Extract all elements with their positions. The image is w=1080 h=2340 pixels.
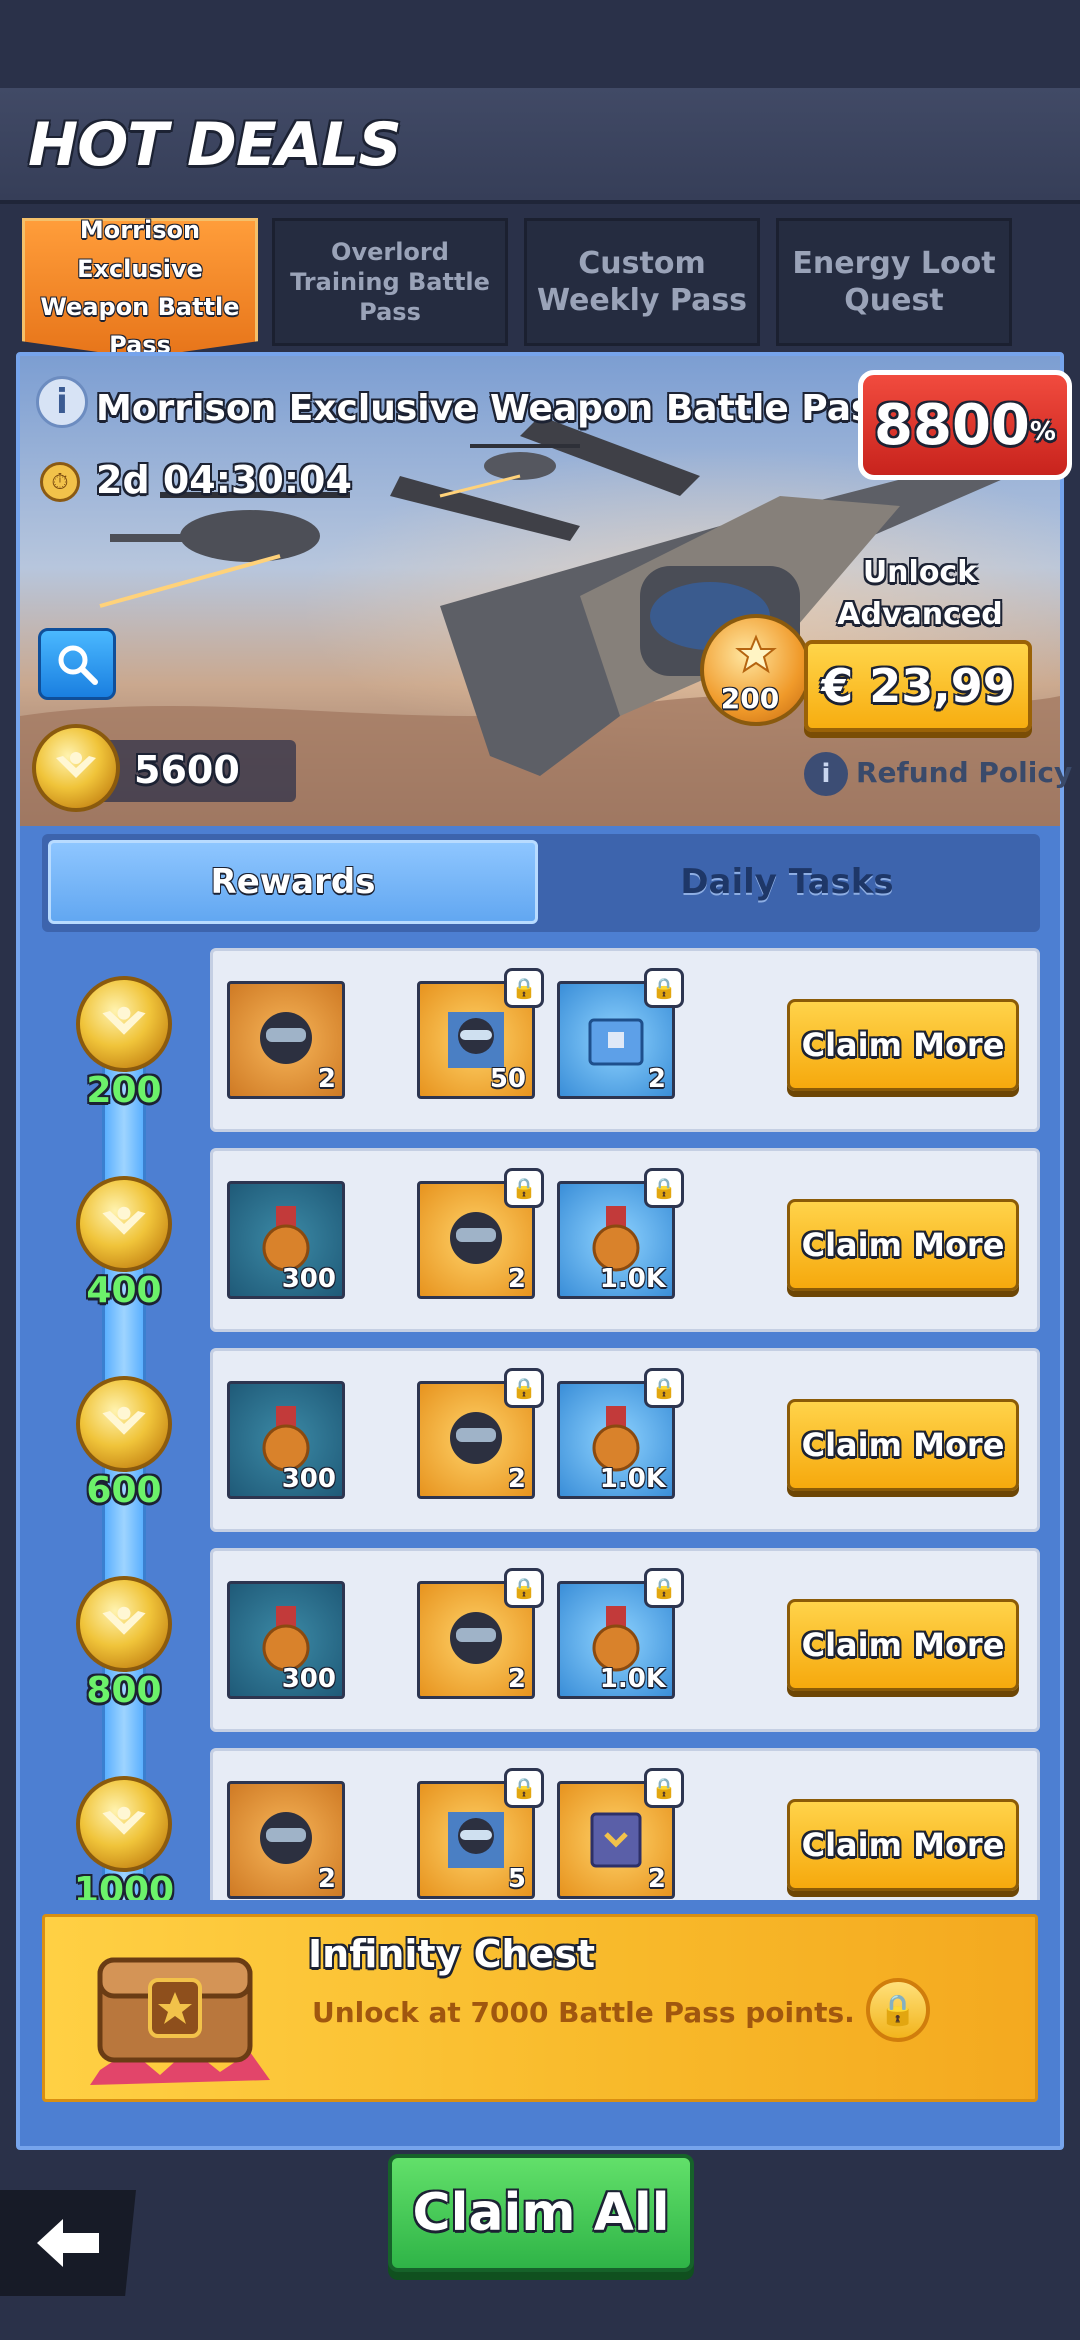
item-quantity: 2 (507, 1264, 526, 1294)
tab-morrison-battle-pass[interactable]: Morrison Exclusive Weapon Battle Pass (22, 218, 258, 358)
item-quantity: 300 (281, 1664, 336, 1694)
claim-more-button[interactable]: Claim More (787, 1399, 1019, 1491)
reward-row: 300 2 🔒 1.0K 🔒 Claim More (210, 1548, 1040, 1732)
reward-item-free[interactable]: 2 (227, 1781, 345, 1899)
page-title: HOT DEALS (28, 110, 402, 180)
buy-price-button[interactable]: € 23,99 (804, 640, 1032, 732)
pilot-fragment-icon (450, 1212, 502, 1264)
shield-count: 200 (720, 682, 780, 715)
lock-icon: 🔒 (504, 968, 544, 1008)
lock-icon: 🔒 (644, 1368, 684, 1408)
discount-value: 8800 (874, 392, 1030, 458)
reward-row: 2 5 🔒 2 🔒 Claim More (210, 1748, 1040, 1900)
claim-more-button[interactable]: Claim More (787, 999, 1019, 1091)
subtab-daily-tasks[interactable]: Daily Tasks (540, 840, 1034, 924)
refund-policy-link[interactable]: Refund Policy (856, 756, 1072, 789)
lock-icon: 🔒 (644, 1168, 684, 1208)
reward-row: 300 2 🔒 1.0K 🔒 Claim More (210, 1148, 1040, 1332)
pilot-fragment-icon (260, 1012, 312, 1064)
level-label: 1000 (73, 1870, 175, 1900)
claim-all-button[interactable]: Claim All (388, 2154, 694, 2272)
reward-item-premium[interactable]: 1.0K 🔒 (557, 1568, 684, 1699)
reward-item-premium[interactable]: 2 🔒 (417, 1568, 544, 1699)
info-icon[interactable]: i (36, 376, 88, 428)
claim-more-button[interactable]: Claim More (787, 1799, 1019, 1891)
reward-row: 300 2 🔒 1.0K 🔒 Claim More (210, 1348, 1040, 1532)
chest-title: Infinity Chest (308, 1932, 596, 1976)
pilot-portrait-icon (448, 1812, 504, 1868)
item-quantity: 2 (317, 1064, 336, 1094)
supply-crate-icon (588, 1018, 644, 1066)
claim-more-button[interactable]: Claim More (787, 1599, 1019, 1691)
item-quantity: 2 (647, 1064, 666, 1094)
discount-unit: % (1029, 417, 1056, 447)
item-quantity: 2 (317, 1864, 336, 1894)
magnifier-icon (58, 645, 98, 685)
banner-title: Morrison Exclusive Weapon Battle Pass (96, 388, 894, 429)
battle-pass-points: 5600 (134, 748, 240, 792)
item-quantity: 1.0K (599, 1664, 666, 1694)
eagle-medal-icon (32, 724, 120, 812)
tab-custom-weekly-pass[interactable]: Custom Weekly Pass (524, 218, 760, 346)
clock-icon: ⏱ (40, 462, 80, 502)
lock-icon: 🔒 (504, 1368, 544, 1408)
item-quantity: 2 (647, 1864, 666, 1894)
reward-item-premium[interactable]: 2 🔒 (417, 1368, 544, 1499)
lock-icon: 🔒 (644, 968, 684, 1008)
item-quantity: 2 (507, 1664, 526, 1694)
reward-row: 2 50 🔒 2 🔒 Claim More (210, 948, 1040, 1132)
treasure-chest-icon (70, 1920, 282, 2090)
item-quantity: 50 (489, 1064, 526, 1094)
item-quantity: 1.0K (599, 1264, 666, 1294)
item-quantity: 300 (281, 1264, 336, 1294)
claim-more-button[interactable]: Claim More (787, 1199, 1019, 1291)
item-quantity: 5 (507, 1864, 526, 1894)
subtab-rewards[interactable]: Rewards (48, 840, 538, 924)
back-button[interactable] (0, 2190, 136, 2296)
lock-icon: 🔒 (866, 1978, 930, 2042)
eagle-medal-icon (76, 976, 172, 1072)
reward-item-free[interactable]: 300 (227, 1381, 345, 1499)
eagle-medal-icon (76, 1776, 172, 1872)
tab-energy-loot-quest[interactable]: Energy Loot Quest (776, 218, 1012, 346)
level-label: 200 (86, 1070, 162, 1111)
reward-item-premium[interactable]: 50 🔒 (417, 968, 544, 1099)
armor-crate-icon (590, 1812, 642, 1868)
lock-icon: 🔒 (504, 1768, 544, 1808)
pilot-fragment-icon (450, 1412, 502, 1464)
reward-item-free[interactable]: 2 (227, 981, 345, 1099)
lock-icon: 🔒 (644, 1768, 684, 1808)
lock-icon: 🔒 (504, 1168, 544, 1208)
lock-icon: 🔒 (504, 1568, 544, 1608)
reward-list[interactable]: 200 2 50 🔒 2 🔒 Claim More 400 300 2 🔒 1.… (20, 940, 1060, 1900)
pilot-fragment-icon (260, 1812, 312, 1864)
reward-item-premium[interactable]: 2 🔒 (557, 1768, 684, 1899)
reward-item-premium[interactable]: 2 🔒 (557, 968, 684, 1099)
back-arrow-icon (37, 2219, 99, 2267)
item-quantity: 300 (281, 1464, 336, 1494)
chest-description: Unlock at 7000 Battle Pass points. (312, 1996, 855, 2029)
tab-overlord-training[interactable]: Overlord Training Battle Pass (272, 218, 508, 346)
eagle-medal-icon (76, 1376, 172, 1472)
eagle-medal-icon (76, 1176, 172, 1272)
item-quantity: 1.0K (599, 1464, 666, 1494)
lock-icon: 🔒 (644, 1568, 684, 1608)
reward-item-premium[interactable]: 1.0K 🔒 (557, 1368, 684, 1499)
reward-item-premium[interactable]: 1.0K 🔒 (557, 1168, 684, 1299)
item-quantity: 2 (507, 1464, 526, 1494)
discount-badge: 8800% (858, 370, 1072, 480)
reward-item-free[interactable]: 300 (227, 1181, 345, 1299)
reward-item-free[interactable]: 300 (227, 1581, 345, 1699)
search-button[interactable] (38, 628, 116, 700)
refund-info-icon[interactable]: i (804, 752, 848, 796)
eagle-medal-icon (76, 1576, 172, 1672)
reward-item-premium[interactable]: 5 🔒 (417, 1768, 544, 1899)
level-label: 600 (86, 1470, 162, 1511)
pilot-fragment-icon (450, 1612, 502, 1664)
reward-item-premium[interactable]: 2 🔒 (417, 1168, 544, 1299)
countdown-timer: 2d 04:30:04 (96, 458, 352, 502)
level-label: 800 (86, 1670, 162, 1711)
level-label: 400 (86, 1270, 162, 1311)
